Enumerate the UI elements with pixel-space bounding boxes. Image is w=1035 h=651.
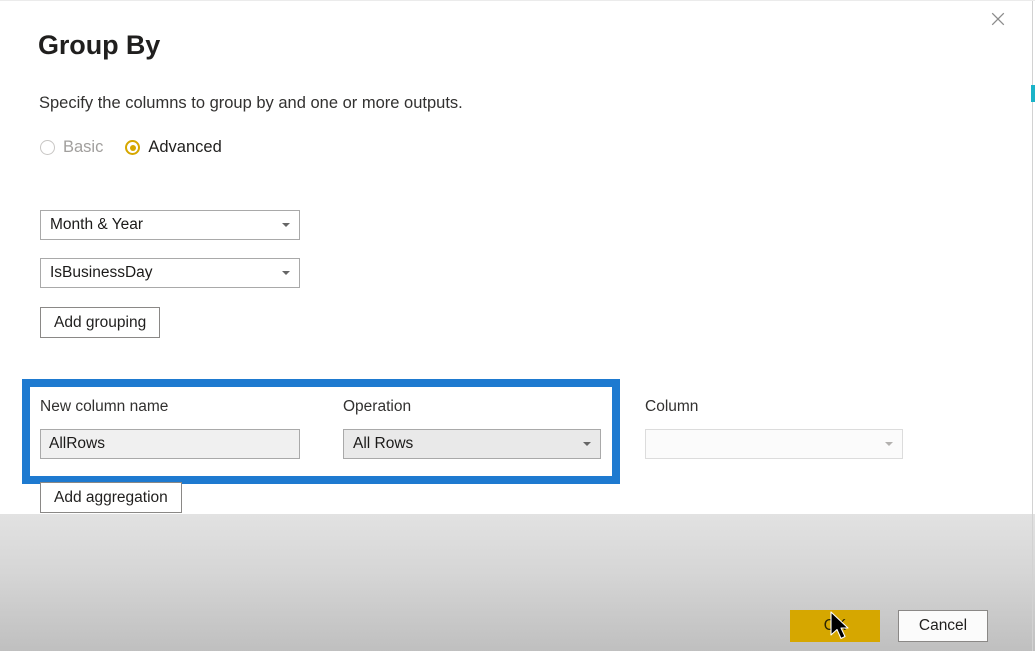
operation-dropdown-value: All Rows <box>353 435 414 452</box>
dialog-description: Specify the columns to group by and one … <box>39 94 463 112</box>
operation-dropdown[interactable]: All Rows <box>343 429 601 459</box>
ok-button[interactable]: OK <box>790 610 880 642</box>
new-column-name-header: New column name <box>40 398 169 415</box>
add-grouping-button[interactable]: Add grouping <box>40 307 161 338</box>
operation-header: Operation <box>343 398 412 415</box>
group-by-dialog: Group By Specify the columns to group by… <box>0 0 1035 651</box>
column-header: Column <box>645 398 699 415</box>
grouping-column-dropdown-1-value: Month & Year <box>50 216 144 233</box>
radio-advanced-indicator[interactable] <box>125 140 141 155</box>
radio-advanced-label: Advanced <box>148 138 222 156</box>
column-dropdown <box>645 429 903 459</box>
grouping-column-dropdown-1[interactable]: Month & Year <box>40 210 300 240</box>
grouping-column-dropdown-2[interactable]: IsBusinessDay <box>40 258 300 288</box>
add-aggregation-button[interactable]: Add aggregation <box>40 482 182 513</box>
chevron-down-icon <box>876 442 902 446</box>
close-icon <box>990 11 1006 27</box>
chevron-down-icon[interactable] <box>273 223 299 227</box>
chevron-down-icon[interactable] <box>574 442 600 446</box>
radio-basic-indicator[interactable] <box>40 140 55 155</box>
radio-option-basic[interactable]: Basic <box>40 138 103 157</box>
new-column-name-input[interactable] <box>40 429 300 459</box>
accent-marker <box>1031 85 1035 102</box>
mode-radio-group: Basic Advanced <box>40 138 222 157</box>
radio-option-advanced[interactable]: Advanced <box>125 138 222 157</box>
radio-basic-label: Basic <box>63 138 104 156</box>
cancel-button[interactable]: Cancel <box>898 610 988 642</box>
grouping-column-dropdown-2-value: IsBusinessDay <box>50 264 153 281</box>
chevron-down-icon[interactable] <box>273 271 299 275</box>
close-button[interactable] <box>975 1 1021 37</box>
dialog-title: Group By <box>38 30 161 60</box>
